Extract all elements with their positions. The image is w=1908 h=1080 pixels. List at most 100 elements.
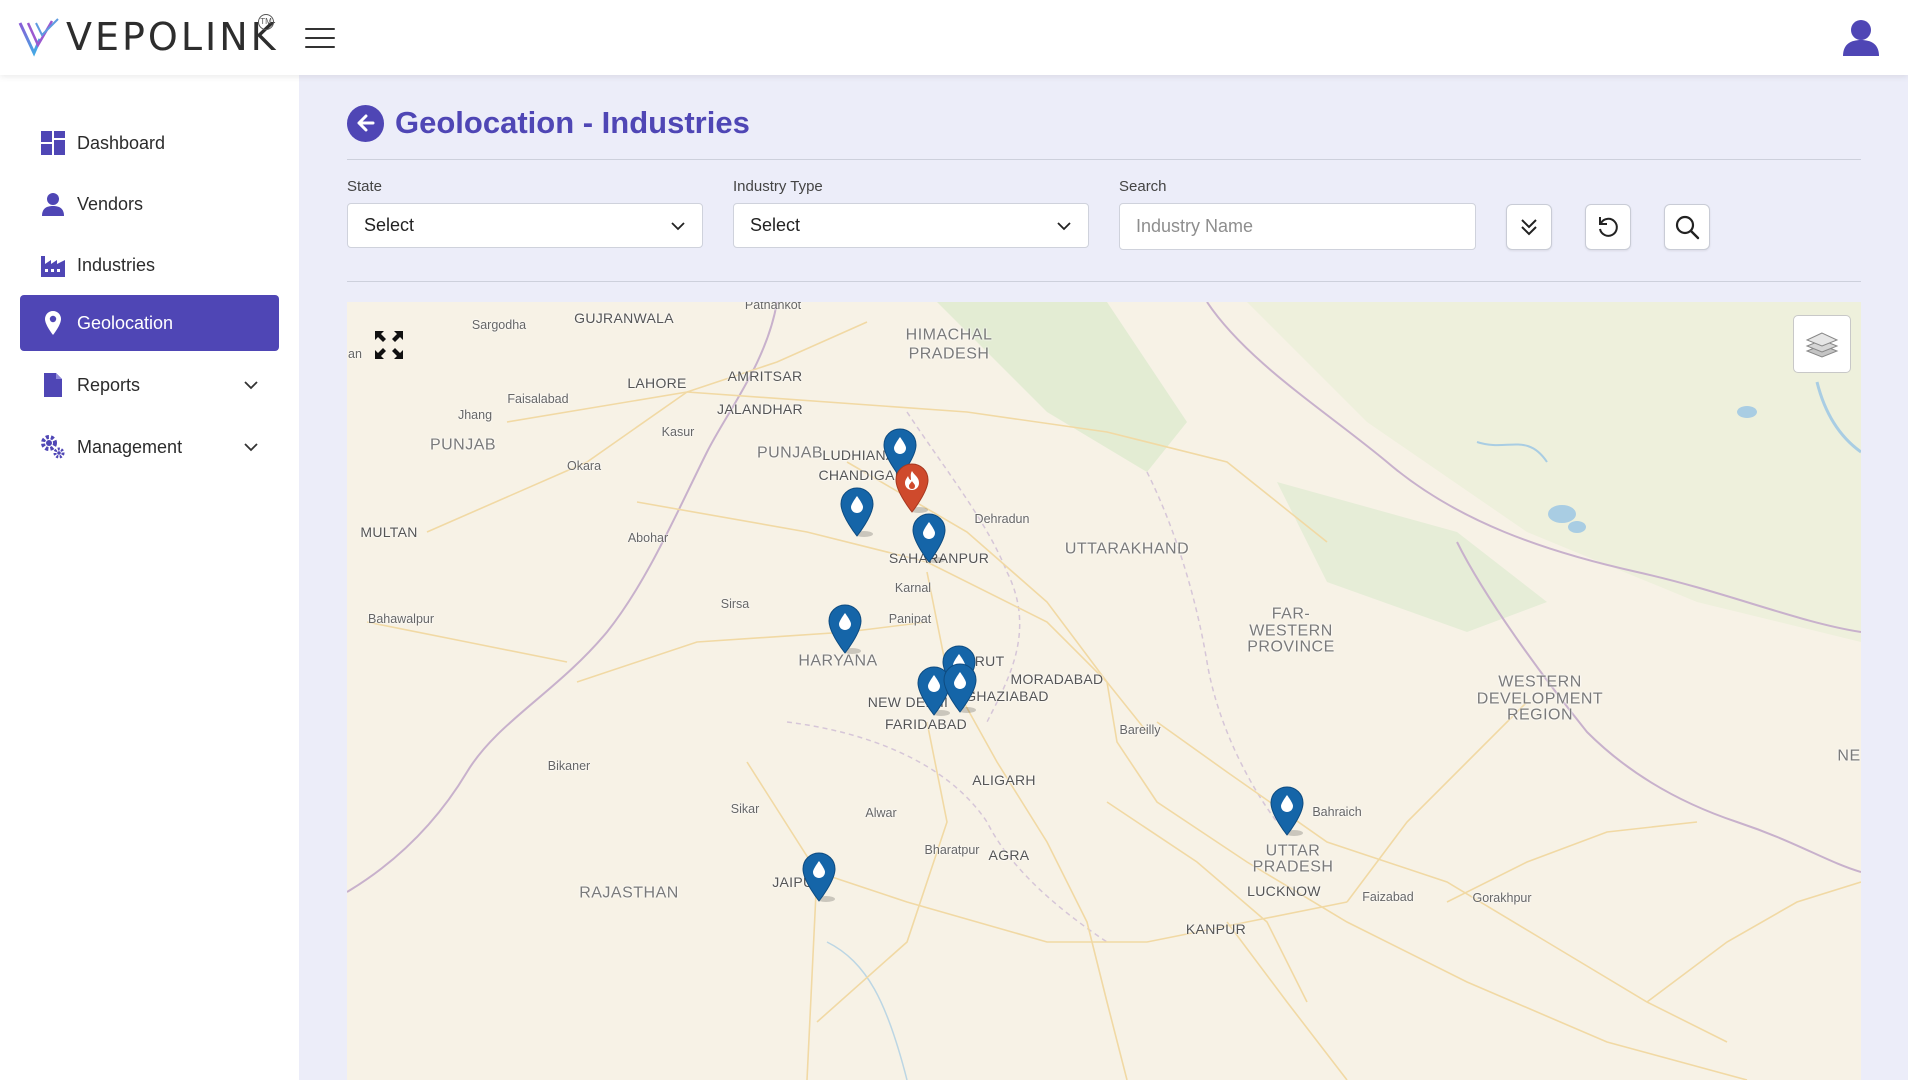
map-label: REGION <box>1506 706 1574 724</box>
chevron-down-icon <box>1057 222 1071 231</box>
map-label: FARIDABAD <box>884 716 968 732</box>
map-label: Abohar <box>627 531 669 545</box>
page-title: Geolocation - Industries <box>395 105 750 140</box>
hamburger-menu-icon[interactable] <box>305 28 335 50</box>
industry-type-label: Industry Type <box>733 178 823 195</box>
map-label: Faisalabad <box>507 392 569 406</box>
search-icon <box>1675 215 1700 240</box>
sidebar-item-vendors[interactable]: Vendors <box>20 176 279 232</box>
map-label: Bahraich <box>1312 805 1362 819</box>
user-avatar-icon[interactable] <box>1842 18 1880 58</box>
map-label: Kasur <box>661 425 695 439</box>
gears-icon <box>40 434 66 460</box>
map-label: Sirsa <box>720 597 750 611</box>
expand-filters-button[interactable] <box>1506 204 1552 250</box>
double-chevron-down-icon <box>1521 219 1537 236</box>
arrow-left-icon <box>357 114 374 132</box>
map-label: UTTARAKHAND <box>1064 540 1190 558</box>
map-label: LAHORE <box>627 375 687 391</box>
map-label: NE <box>1837 747 1861 765</box>
water-industry-marker[interactable] <box>838 486 876 538</box>
top-bar: VEPOLINK TM <box>0 0 1908 75</box>
sidebar-item-label: Vendors <box>77 193 144 214</box>
chevron-down-icon <box>671 222 685 231</box>
water-industry-marker[interactable] <box>826 603 864 655</box>
map-label: Dehradun <box>974 512 1030 526</box>
water-industry-marker[interactable] <box>941 662 979 714</box>
map[interactable]: Pathankot Sargodha GUJRANWALA HIMACHAL P… <box>347 302 1861 1080</box>
map-label: Gorakhpur <box>1472 891 1532 905</box>
map-label: KANPUR <box>1185 921 1247 937</box>
page-header: Geolocation - Industries <box>347 103 750 143</box>
map-label: Sargodha <box>471 318 527 332</box>
map-label: Alwar <box>865 806 897 820</box>
map-label: Okara <box>566 459 602 473</box>
layers-button[interactable] <box>1793 315 1851 373</box>
map-label: Bahawalpur <box>367 612 435 626</box>
state-select[interactable]: Select <box>347 203 703 248</box>
sidebar-item-label: Industries <box>77 254 156 275</box>
sidebar-item-management[interactable]: Management <box>20 419 279 475</box>
fire-industry-marker[interactable] <box>893 462 931 514</box>
sidebar-item-geolocation[interactable]: Geolocation <box>20 295 279 351</box>
map-label: ALIGARH <box>972 772 1036 788</box>
map-label: Pathankot <box>744 302 802 312</box>
map-label: PRADESH <box>908 345 990 363</box>
map-label: Sikar <box>730 802 760 816</box>
map-label: LUCKNOW <box>1247 883 1321 899</box>
map-label: JALANDHAR <box>717 401 803 417</box>
search-label: Search <box>1119 178 1167 195</box>
map-basemap <box>347 302 1861 1080</box>
sidebar-item-label: Geolocation <box>77 312 174 333</box>
state-label: State <box>347 178 383 195</box>
map-label: PROVINCE <box>1247 638 1335 656</box>
layers-icon <box>1805 332 1839 358</box>
industry-type-select[interactable]: Select <box>733 203 1089 248</box>
search-button[interactable] <box>1664 204 1710 250</box>
industry-type-select-value: Select <box>750 215 801 235</box>
map-label: an <box>348 347 362 361</box>
state-select-value: Select <box>364 215 415 235</box>
map-label: MULTAN <box>360 524 418 540</box>
fullscreen-icon[interactable] <box>373 329 405 361</box>
logo-text: VEPOLINK <box>66 15 279 59</box>
map-label: PUNJAB <box>756 444 824 462</box>
sidebar: Dashboard Vendors Industries Geolocation… <box>0 75 299 1080</box>
sidebar-item-label: Management <box>77 436 183 457</box>
divider <box>347 159 1861 160</box>
logo-mark-icon <box>18 18 59 57</box>
search-input[interactable] <box>1119 203 1476 250</box>
user-icon <box>40 191 66 217</box>
map-label: Panipat <box>888 612 932 626</box>
map-label: GUJRANWALA <box>574 310 674 326</box>
water-industry-marker[interactable] <box>910 512 948 564</box>
sidebar-item-label: Reports <box>77 374 141 395</box>
document-icon <box>40 372 66 398</box>
map-label: PUNJAB <box>429 436 497 454</box>
reset-button[interactable] <box>1585 204 1631 250</box>
map-label: Bikaner <box>547 759 591 773</box>
sidebar-item-industries[interactable]: Industries <box>20 237 279 293</box>
trademark-badge: TM <box>258 14 274 30</box>
map-label: Bareilly <box>1119 723 1161 737</box>
water-industry-marker[interactable] <box>800 851 838 903</box>
map-label: Karnal <box>894 581 932 595</box>
location-pin-icon <box>40 310 66 336</box>
sidebar-item-reports[interactable]: Reports <box>20 357 279 413</box>
chevron-down-icon <box>244 443 258 452</box>
divider <box>347 281 1861 282</box>
back-button[interactable] <box>347 104 384 142</box>
chevron-down-icon <box>244 381 258 390</box>
map-label: Faizabad <box>1362 890 1414 904</box>
map-label: AMRITSAR <box>727 368 803 384</box>
map-label: HIMACHAL <box>905 326 993 344</box>
dashboard-icon <box>40 130 66 156</box>
water-industry-marker[interactable] <box>1268 785 1306 837</box>
sidebar-item-dashboard[interactable]: Dashboard <box>20 115 279 171</box>
logo: VEPOLINK <box>18 14 279 60</box>
map-label: Jhang <box>457 408 493 422</box>
map-label: AGRA <box>988 847 1030 863</box>
factory-icon <box>40 252 66 278</box>
map-label: RAJASTHAN <box>579 884 679 902</box>
map-label: MORADABAD <box>1010 671 1104 687</box>
